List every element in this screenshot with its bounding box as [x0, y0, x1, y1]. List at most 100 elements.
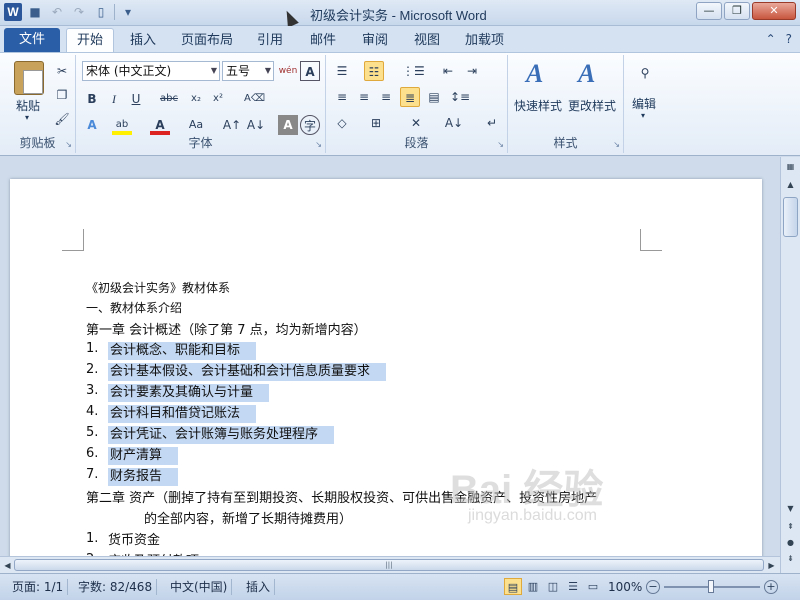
underline-icon[interactable]: U	[126, 89, 146, 109]
scroll-down-icon[interactable]: ▼	[783, 501, 798, 516]
tab-page-layout[interactable]: 页面布局	[181, 30, 233, 52]
decrease-indent-icon[interactable]: ⇤	[438, 61, 458, 81]
undo-icon[interactable]: ↶	[48, 3, 66, 21]
tab-review[interactable]: 审阅	[362, 30, 388, 52]
tab-view[interactable]: 视图	[414, 30, 440, 52]
change-styles-label[interactable]: 更改样式	[568, 97, 616, 114]
editing-label[interactable]: 编辑	[632, 95, 656, 112]
increase-indent-icon[interactable]: ⇥	[462, 61, 482, 81]
numbering-icon[interactable]: ☷	[364, 61, 384, 81]
change-case-icon[interactable]: Aa	[182, 115, 210, 135]
word-app-icon[interactable]: W	[4, 3, 22, 21]
font-launcher-icon[interactable]: ↘	[315, 140, 322, 149]
character-border-icon[interactable]: A	[300, 61, 320, 81]
vertical-scrollbar[interactable]: ▦ ▲ ▼ ⇞ ● ⇟	[780, 157, 800, 573]
zoom-level[interactable]: 100%	[604, 579, 646, 595]
phonetic-guide-icon[interactable]: wén	[278, 61, 298, 81]
insert-mode[interactable]: 插入	[242, 579, 276, 595]
tab-references[interactable]: 引用	[257, 30, 283, 52]
page-count[interactable]: 页面: 1/1	[8, 579, 69, 595]
tab-mailings[interactable]: 邮件	[310, 30, 336, 52]
strikethrough-icon[interactable]: abc	[156, 89, 182, 109]
change-styles-icon[interactable]: A	[578, 59, 595, 89]
language-indicator[interactable]: 中文(中国)	[166, 579, 233, 595]
clear-formatting-icon[interactable]: A⌫	[244, 89, 265, 109]
bullets-icon[interactable]: ☰	[332, 61, 352, 81]
zoom-in-icon[interactable]: +	[764, 580, 778, 594]
highlight-color-icon[interactable]: ab	[112, 115, 132, 135]
character-shading-icon[interactable]: A	[278, 115, 298, 135]
close-button[interactable]: ✕	[752, 2, 796, 20]
paste-dropdown-icon[interactable]: ▾	[25, 113, 29, 122]
subscript-icon[interactable]: x₂	[186, 89, 206, 109]
binoculars-icon[interactable]: ⚲	[635, 63, 655, 83]
font-name-value: 宋体 (中文正文)	[86, 64, 172, 78]
editing-dropdown-icon[interactable]: ▾	[641, 111, 645, 120]
print-layout-icon[interactable]: ▤	[504, 578, 522, 595]
styles-launcher-icon[interactable]: ↘	[613, 140, 620, 149]
tab-insert[interactable]: 插入	[130, 30, 156, 52]
horizontal-scroll-thumb[interactable]: |||	[14, 559, 764, 571]
grow-font-icon[interactable]: A↑	[222, 115, 242, 135]
cut-icon[interactable]: ✂	[52, 61, 72, 81]
restore-button[interactable]: ❐	[724, 2, 750, 20]
save-icon[interactable]: ■	[26, 3, 44, 21]
draft-view-icon[interactable]: ▭	[584, 578, 602, 595]
enclose-characters-icon[interactable]: 字	[300, 115, 320, 135]
align-center-icon[interactable]: ≡	[354, 87, 374, 107]
help-icon[interactable]: ?	[786, 32, 792, 46]
italic-icon[interactable]: I	[104, 89, 124, 109]
font-name-combo[interactable]: 宋体 (中文正文) ▼	[82, 61, 220, 81]
outline-view-icon[interactable]: ☰	[564, 578, 582, 595]
shading-icon[interactable]: ◇	[332, 113, 352, 133]
horizontal-scrollbar[interactable]: ◀ ||| ▶	[0, 556, 780, 573]
new-document-icon[interactable]: ▯	[92, 3, 110, 21]
redo-icon[interactable]: ↷	[70, 3, 88, 21]
tab-file[interactable]: 文件	[4, 28, 60, 52]
scroll-up-icon[interactable]: ▲	[783, 177, 798, 192]
scroll-right-icon[interactable]: ▶	[764, 558, 779, 573]
font-color-icon[interactable]: A	[150, 115, 170, 135]
scroll-left-icon[interactable]: ◀	[0, 558, 15, 573]
browse-object-icon[interactable]: ●	[783, 535, 798, 550]
paste-icon[interactable]	[14, 61, 44, 95]
web-layout-icon[interactable]: ◫	[544, 578, 562, 595]
word-count[interactable]: 字数: 82/468	[74, 579, 158, 595]
clipboard-launcher-icon[interactable]: ↘	[65, 140, 72, 149]
previous-page-icon[interactable]: ⇞	[783, 519, 798, 534]
customize-qat-icon[interactable]: ▾	[119, 3, 137, 21]
minimize-button[interactable]: —	[696, 2, 722, 20]
chinese-layout-icon[interactable]: ✕	[406, 113, 426, 133]
ruler-toggle-icon[interactable]: ▦	[783, 159, 798, 174]
justify-icon[interactable]: ≣	[400, 87, 420, 107]
shrink-font-icon[interactable]: A↓	[246, 115, 266, 135]
tab-addins[interactable]: 加载项	[465, 30, 504, 52]
text-effects-icon[interactable]: A	[82, 115, 102, 135]
quick-styles-label[interactable]: 快速样式	[514, 97, 562, 114]
show-hide-marks-icon[interactable]: ↵	[482, 113, 502, 133]
document-area[interactable]: 《初级会计实务》教材体系 一、教材体系介绍 第一章 会计概述（除了第 7 点，均…	[0, 157, 780, 573]
format-painter-icon[interactable]: 🖌	[52, 109, 72, 129]
align-right-icon[interactable]: ≡	[376, 87, 396, 107]
copy-icon[interactable]: ❐	[52, 85, 72, 105]
bold-icon[interactable]: B	[82, 89, 102, 109]
zoom-slider-thumb[interactable]	[708, 580, 714, 593]
sort-icon[interactable]: A↓	[444, 113, 464, 133]
document-page[interactable]: 《初级会计实务》教材体系 一、教材体系介绍 第一章 会计概述（除了第 7 点，均…	[10, 179, 762, 573]
superscript-icon[interactable]: x²	[208, 89, 228, 109]
vertical-scroll-thumb[interactable]	[783, 197, 798, 237]
quick-styles-icon[interactable]: A	[526, 59, 543, 89]
multilevel-list-icon[interactable]: ⋮☰	[402, 61, 425, 81]
line-spacing-icon[interactable]: ↕≡	[450, 87, 470, 107]
full-screen-reading-icon[interactable]: ▥	[524, 578, 542, 595]
paste-button-label[interactable]: 粘贴	[16, 97, 40, 114]
borders-icon[interactable]: ⊞	[366, 113, 386, 133]
font-size-combo[interactable]: 五号 ▼	[222, 61, 274, 81]
zoom-out-icon[interactable]: −	[646, 580, 660, 594]
distributed-icon[interactable]: ▤	[424, 87, 444, 107]
next-page-icon[interactable]: ⇟	[783, 551, 798, 566]
paragraph-launcher-icon[interactable]: ↘	[497, 140, 504, 149]
align-left-icon[interactable]: ≡	[332, 87, 352, 107]
minimize-ribbon-icon[interactable]: ⌃	[766, 32, 776, 46]
tab-home[interactable]: 开始	[66, 28, 115, 52]
